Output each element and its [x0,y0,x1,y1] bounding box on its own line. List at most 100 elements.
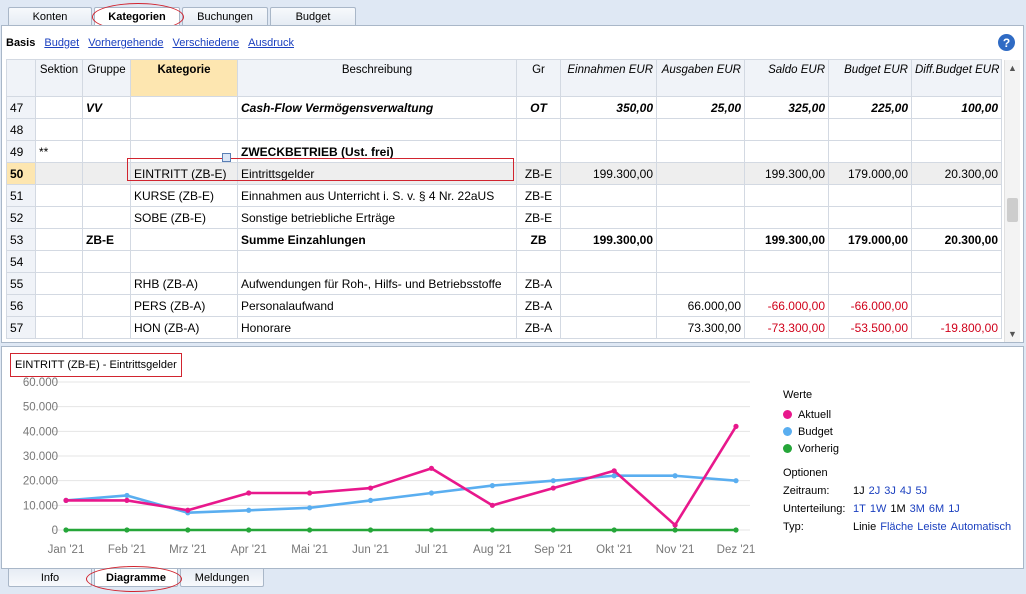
col-header-beschreibung[interactable]: Beschreibung [237,59,517,97]
view-verschiedene[interactable]: Verschiedene [172,37,239,49]
table-row[interactable]: 55 RHB (ZB-A) Aufwendungen für Roh-, Hilfs… [6,272,1002,295]
cell-ausgaben[interactable] [656,162,745,185]
unterteilung-1j[interactable]: 1J [948,503,960,515]
col-header-budget[interactable]: Budget EUR [828,59,912,97]
cell-gr[interactable]: ZB-A [516,294,561,317]
zeitraum-3j[interactable]: 3J [884,485,896,497]
tab-meldungen[interactable]: Meldungen [180,569,264,587]
cell-gr[interactable]: ZB-E [516,162,561,185]
cell-budget[interactable]: 179.000,00 [828,162,912,185]
cell-saldo[interactable]: 199.300,00 [744,228,829,251]
row-number[interactable]: 53 [6,228,36,251]
cell-sektion[interactable]: ** [35,140,83,163]
cell-ausgaben[interactable] [656,228,745,251]
cell-kategorie[interactable]: HON (ZB-A) [130,316,238,339]
cell-gr[interactable] [516,140,561,163]
cell-budget[interactable]: -66.000,00 [828,294,912,317]
legend-item-aktuell[interactable]: Aktuell [783,406,839,423]
cell-diff[interactable] [911,118,1002,141]
cell-kategorie[interactable]: SOBE (ZB-E) [130,206,238,229]
cell-gruppe[interactable] [82,118,131,141]
cell-sektion[interactable] [35,272,83,295]
cell-budget[interactable]: 179.000,00 [828,228,912,251]
table-row[interactable]: 57 HON (ZB-A) Honorare ZB-A 73.300,00 -73.300… [6,316,1002,339]
cell-einnahmen[interactable] [560,272,657,295]
cell-einnahmen[interactable] [560,294,657,317]
cell-saldo[interactable]: 325,00 [744,96,829,119]
col-header-einnahmen[interactable]: Einnahmen EUR [560,59,657,97]
col-header-gruppe[interactable]: Gruppe [82,59,131,97]
cell-ausgaben[interactable] [656,272,745,295]
cell-ausgaben[interactable] [656,206,745,229]
cell-gr[interactable]: ZB-A [516,316,561,339]
zeitraum-5j[interactable]: 5J [916,485,928,497]
cell-diff[interactable] [911,272,1002,295]
cell-gruppe[interactable] [82,250,131,273]
cell-diff[interactable] [911,206,1002,229]
tab-budget[interactable]: Budget [270,7,356,25]
cell-budget[interactable] [828,250,912,273]
cell-ausgaben[interactable]: 73.300,00 [656,316,745,339]
typ-leiste[interactable]: Leiste [917,521,946,533]
cell-budget[interactable] [828,272,912,295]
tab-diagramme[interactable]: Diagramme [94,569,178,587]
legend-item-vorherig[interactable]: Vorherig [783,440,839,457]
cell-einnahmen[interactable] [560,206,657,229]
cell-budget[interactable] [828,118,912,141]
cell-gr[interactable] [516,118,561,141]
row-number[interactable]: 55 [6,272,36,295]
tab-info[interactable]: Info [8,569,92,587]
row-number[interactable]: 57 [6,316,36,339]
cell-einnahmen[interactable] [560,250,657,273]
table-row[interactable]: 52 SOBE (ZB-E) Sonstige betriebliche Erträ… [6,206,1002,229]
cell-ausgaben[interactable] [656,140,745,163]
cell-budget[interactable] [828,140,912,163]
cell-beschreibung[interactable]: ZWECKBETRIEB (Ust. frei) [237,140,517,163]
cell-kategorie[interactable]: PERS (ZB-A) [130,294,238,317]
view-budget[interactable]: Budget [44,37,79,49]
cell-diff[interactable]: 20.300,00 [911,162,1002,185]
cell-gr[interactable]: OT [516,96,561,119]
cell-gruppe[interactable] [82,140,131,163]
cell-ausgaben[interactable] [656,250,745,273]
zeitraum-4j[interactable]: 4J [900,485,912,497]
row-number[interactable]: 51 [6,184,36,207]
row-number[interactable]: 52 [6,206,36,229]
view-vorhergehende[interactable]: Vorhergehende [88,37,163,49]
cell-budget[interactable]: 225,00 [828,96,912,119]
unterteilung-1t[interactable]: 1T [853,503,866,515]
cell-saldo[interactable] [744,118,829,141]
cell-budget[interactable] [828,184,912,207]
cell-kategorie[interactable] [130,96,238,119]
row-number[interactable]: 49 [6,140,36,163]
cell-ausgaben[interactable] [656,118,745,141]
cell-kategorie[interactable] [130,118,238,141]
table-row[interactable]: 56 PERS (ZB-A) Personalaufwand ZB-A 66.000,0… [6,294,1002,317]
cell-sektion[interactable] [35,162,83,185]
cell-saldo[interactable] [744,140,829,163]
cell-kategorie[interactable]: KURSE (ZB-E) [130,184,238,207]
cell-gruppe[interactable] [82,272,131,295]
cell-beschreibung[interactable]: Honorare [237,316,517,339]
cell-beschreibung[interactable]: Einnahmen aus Unterricht i. S. v. § 4 Nr… [237,184,517,207]
unterteilung-3m[interactable]: 3M [910,503,925,515]
cell-ausgaben[interactable]: 25,00 [656,96,745,119]
cell-beschreibung[interactable]: Summe Einzahlungen [237,228,517,251]
cell-budget[interactable]: -53.500,00 [828,316,912,339]
cell-beschreibung[interactable] [237,250,517,273]
cell-beschreibung[interactable] [237,118,517,141]
cell-einnahmen[interactable] [560,118,657,141]
cell-ausgaben[interactable]: 66.000,00 [656,294,745,317]
cell-sektion[interactable] [35,96,83,119]
cell-beschreibung[interactable]: Eintrittsgelder [237,162,517,185]
cell-sektion[interactable] [35,228,83,251]
cell-einnahmen[interactable] [560,184,657,207]
cell-saldo[interactable] [744,250,829,273]
cell-einnahmen[interactable]: 199.300,00 [560,162,657,185]
cell-gruppe[interactable] [82,184,131,207]
cell-einnahmen[interactable] [560,316,657,339]
cell-diff[interactable] [911,294,1002,317]
table-row[interactable]: 51 KURSE (ZB-E) Einnahmen aus Unterricht i… [6,184,1002,207]
cell-gruppe[interactable]: VV [82,96,131,119]
view-ausdruck[interactable]: Ausdruck [248,37,294,49]
